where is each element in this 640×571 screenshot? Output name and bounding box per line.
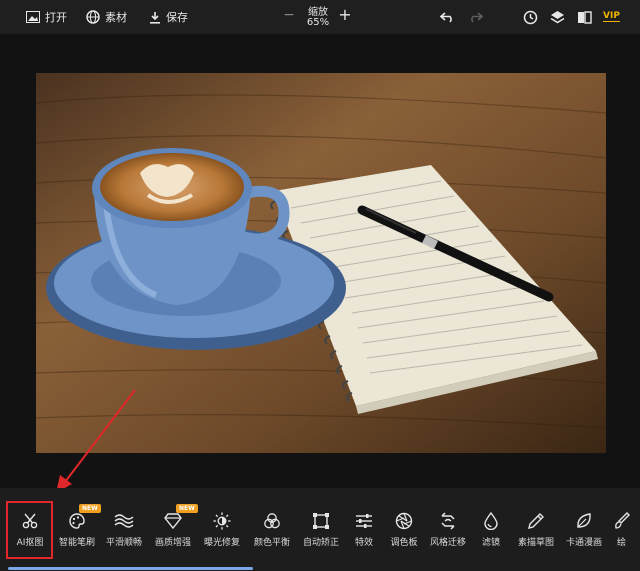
coffee-notebook-image [36, 73, 606, 453]
image-icon [26, 11, 40, 23]
scroll-progress-bar[interactable] [8, 567, 253, 570]
tool-label: 画质增强 [154, 538, 191, 548]
photo-preview[interactable] [36, 73, 606, 453]
drop-icon [484, 512, 498, 530]
zoom-out-button[interactable]: − [282, 8, 296, 22]
crop-frame-icon [313, 513, 329, 529]
globe-icon [86, 10, 100, 24]
open-button[interactable]: 打开 [26, 0, 67, 34]
history-button[interactable] [521, 8, 539, 26]
top-toolbar: 打开 素材 保存 − 缩放 65% + VIP [0, 0, 640, 34]
color-circles-icon [264, 513, 280, 529]
redo-button[interactable] [466, 8, 484, 26]
zoom-in-button[interactable]: + [338, 7, 352, 23]
material-button[interactable]: 素材 [86, 0, 127, 34]
undo-button[interactable] [439, 8, 457, 26]
vip-badge[interactable]: VIP [603, 11, 620, 22]
tool-palette[interactable]: 调色板 [379, 496, 429, 552]
tool-label: 平滑顺畅 [105, 538, 142, 548]
layers-button[interactable] [548, 8, 566, 26]
sun-icon [213, 512, 231, 530]
zoom-control: − 缩放 65% + [276, 0, 366, 34]
sliders-icon [356, 514, 372, 528]
tool-filter[interactable]: 滤镜 [466, 496, 516, 552]
style-transfer-icon [441, 512, 455, 530]
pen-icon [528, 513, 544, 529]
waves-icon [114, 514, 134, 528]
tool-smart-brush[interactable]: NEW 智能笔刷 [52, 496, 102, 552]
open-label: 打开 [45, 11, 67, 24]
save-label: 保存 [166, 11, 188, 24]
tool-color-balance[interactable]: 颜色平衡 [247, 496, 297, 552]
tool-label: 卡通漫画 [565, 538, 602, 548]
tool-label: 绘 [616, 538, 626, 548]
tool-label: 曝光修复 [203, 538, 240, 548]
diamond-icon [164, 513, 182, 529]
tool-sketch[interactable]: 素描草图 [511, 496, 561, 552]
tool-exposure-fix[interactable]: 曝光修复 [197, 496, 247, 552]
tool-smooth[interactable]: 平滑顺畅 [99, 496, 149, 552]
tool-label: 颜色平衡 [253, 538, 290, 548]
tool-label: 素描草图 [517, 538, 554, 548]
brush-icon [614, 512, 630, 529]
material-label: 素材 [105, 11, 127, 24]
zoom-value: 65% [306, 17, 330, 28]
layers-icon [550, 10, 564, 23]
palette-icon [69, 513, 85, 529]
save-button[interactable]: 保存 [149, 0, 188, 34]
aperture-icon [395, 512, 413, 530]
highlight-box [6, 501, 53, 559]
tool-cartoon[interactable]: 卡通漫画 [559, 496, 609, 552]
zoom-label: 缩放 [308, 7, 328, 18]
leaf-icon [577, 513, 591, 528]
tool-label: 滤镜 [481, 538, 500, 548]
tool-label: 智能笔刷 [58, 538, 95, 548]
tool-paint[interactable]: 绘 [603, 496, 640, 552]
tool-label: 调色板 [390, 538, 418, 548]
compare-button[interactable] [575, 8, 593, 26]
history-icon [523, 10, 537, 24]
tool-quality-enhance[interactable]: NEW 画质增强 [148, 496, 198, 552]
undo-icon [440, 12, 452, 23]
download-icon [150, 11, 160, 24]
redo-icon [471, 12, 483, 23]
compare-icon [577, 10, 592, 24]
